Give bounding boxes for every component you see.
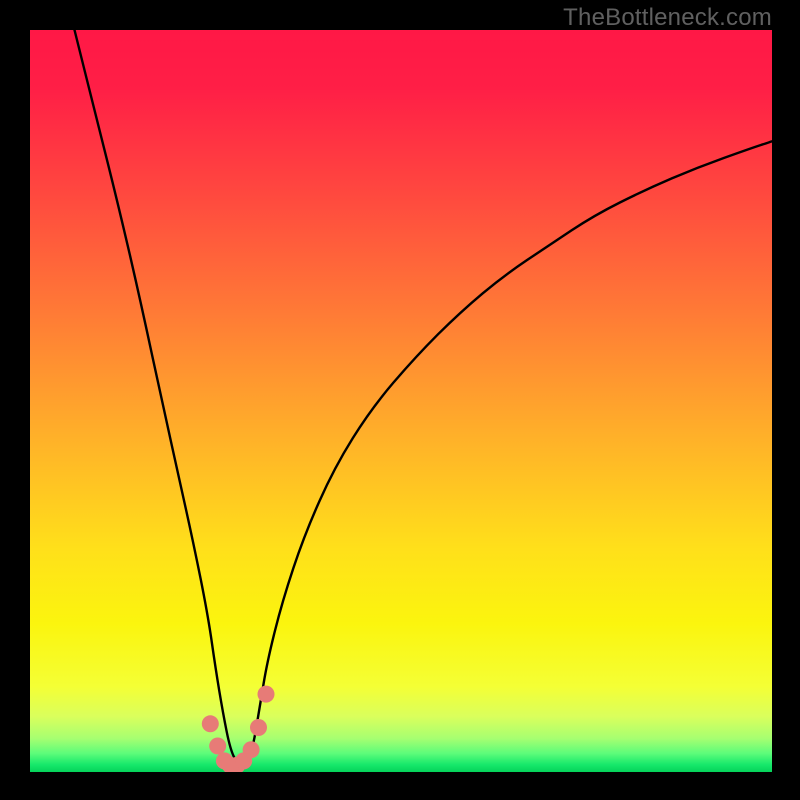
valley-marker: [209, 738, 226, 755]
valley-marker: [250, 719, 267, 736]
bottleneck-curve: [75, 30, 773, 765]
watermark-text: TheBottleneck.com: [563, 4, 772, 32]
valley-marker: [258, 686, 275, 703]
valley-marker: [243, 741, 260, 758]
chart-frame: TheBottleneck.com: [0, 0, 800, 800]
plot-area: [30, 30, 772, 772]
valley-marker: [202, 715, 219, 732]
curve-layer: [30, 30, 772, 772]
valley-markers: [202, 686, 275, 772]
